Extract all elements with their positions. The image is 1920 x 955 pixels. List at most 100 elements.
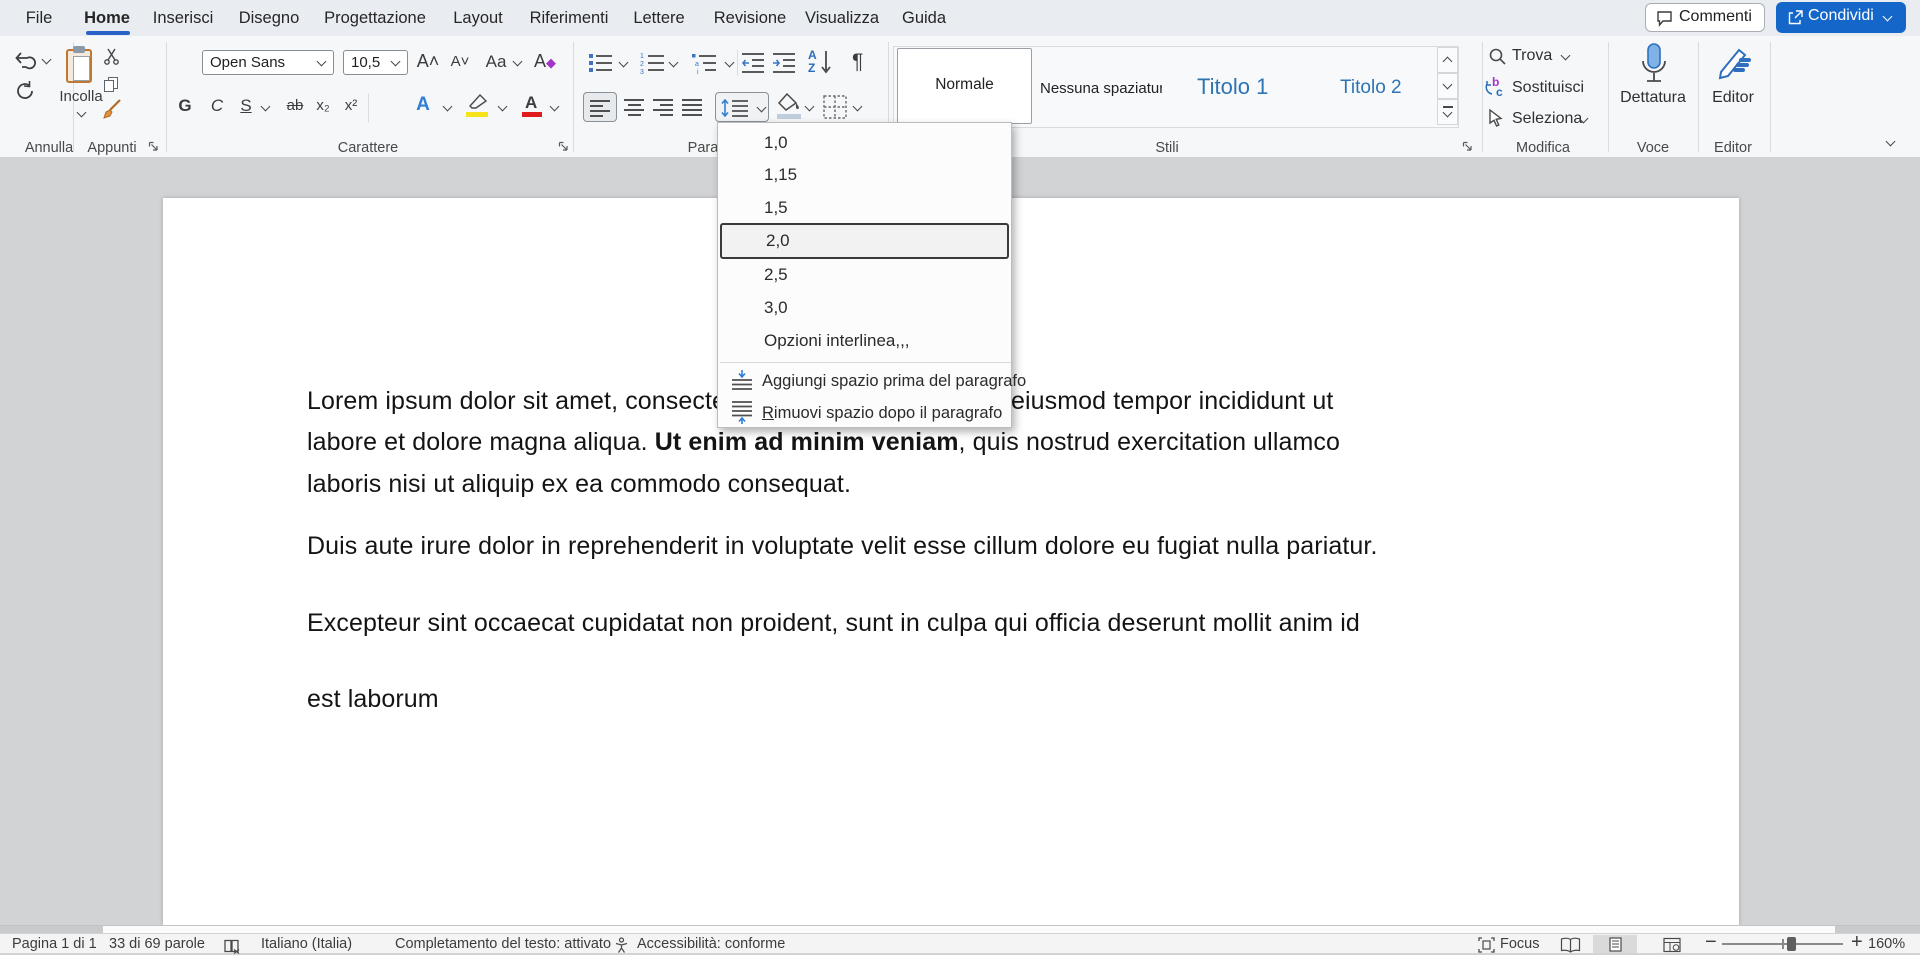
bullets-icon[interactable] [588, 52, 614, 74]
shading-chevron-icon[interactable] [805, 102, 815, 112]
borders-chevron-icon[interactable] [853, 102, 863, 112]
bold-button[interactable]: G [178, 96, 191, 116]
shading-icon[interactable] [777, 93, 803, 121]
redo-repeat-icon[interactable] [14, 80, 36, 102]
tab-guida[interactable]: Guida [902, 0, 946, 36]
style-no-spacing[interactable]: Nessuna spaziatura [1040, 80, 1162, 97]
tab-file[interactable]: File [26, 0, 53, 36]
font-dialog-launcher-icon[interactable] [558, 141, 569, 152]
menu-item-1-5[interactable]: 1,5 [720, 192, 1009, 224]
tab-visualizza[interactable]: Visualizza [805, 0, 879, 36]
editor-label[interactable]: Editor [1712, 89, 1754, 107]
replace-label[interactable]: Sostituisci [1512, 79, 1584, 97]
tab-lettere[interactable]: Lettere [633, 0, 684, 36]
paste-icon[interactable] [66, 46, 96, 84]
dictate-label[interactable]: Dettatura [1620, 89, 1686, 107]
decrease-indent-icon[interactable] [742, 52, 765, 74]
justify-icon[interactable] [682, 99, 703, 116]
read-mode-icon[interactable] [1560, 936, 1581, 954]
tab-inserisci[interactable]: Inserisci [153, 0, 214, 36]
zoom-in-button[interactable]: + [1851, 933, 1863, 951]
line-spacing-button[interactable] [715, 92, 769, 122]
find-label[interactable]: Trova [1512, 47, 1552, 65]
word-count[interactable]: 33 di 69 parole [109, 935, 205, 953]
format-painter-icon[interactable] [100, 98, 124, 122]
horizontal-scrollbar[interactable] [0, 925, 1920, 933]
subscript-button[interactable]: x₂ [316, 97, 329, 114]
pilcrow-icon[interactable]: ¶ [852, 50, 863, 74]
menu-item-1-0[interactable]: 1,0 [720, 127, 1009, 159]
strikethrough-button[interactable]: ab [287, 97, 304, 114]
shrink-font-button[interactable]: A˅ [451, 53, 470, 70]
replace-icon[interactable]: b c [1484, 78, 1506, 98]
styles-dialog-launcher-icon[interactable] [1462, 141, 1473, 152]
zoom-out-button[interactable]: − [1705, 933, 1717, 951]
paste-label[interactable]: Incolla [59, 88, 102, 105]
copy-icon[interactable] [104, 77, 119, 92]
focus-mode-button[interactable]: Focus [1500, 935, 1540, 953]
bullets-chevron-icon[interactable] [619, 58, 629, 68]
italic-button[interactable]: C [211, 96, 223, 116]
styles-scroll-down[interactable] [1437, 73, 1458, 99]
menu-item-1-15[interactable]: 1,15 [720, 159, 1009, 191]
numbering-icon[interactable]: 123 [640, 52, 666, 74]
increase-indent-icon[interactable] [773, 52, 796, 74]
align-center-icon[interactable] [624, 99, 645, 116]
tab-riferimenti[interactable]: Riferimenti [530, 0, 609, 36]
page-indicator[interactable]: Pagina 1 di 1 [12, 935, 97, 953]
collapse-ribbon-chevron-icon[interactable] [1886, 137, 1896, 147]
borders-icon[interactable] [823, 95, 848, 120]
clear-formatting-button[interactable]: A◆ [534, 51, 556, 72]
menu-item-add-space-before[interactable]: Aggiungi spazio prima del paragrafo [718, 365, 1011, 397]
align-right-icon[interactable] [653, 99, 674, 116]
tab-progettazione[interactable]: Progettazione [324, 0, 426, 36]
text-effects-chevron-icon[interactable] [443, 102, 453, 112]
style-heading2[interactable]: Titolo 2 [1340, 77, 1402, 99]
style-heading1[interactable]: Titolo 1 [1197, 74, 1268, 100]
menu-item-remove-space-after[interactable]: Rimuovi spazio dopo il paragrafo [718, 397, 1011, 429]
share-chevron-icon[interactable] [1883, 12, 1893, 22]
highlight-chevron-icon[interactable] [498, 102, 508, 112]
undo-chevron-icon[interactable] [42, 55, 52, 65]
line-spacing-chevron-icon[interactable] [757, 103, 767, 113]
web-layout-icon[interactable] [1663, 936, 1681, 954]
tab-layout[interactable]: Layout [453, 0, 503, 36]
change-case-chevron-icon[interactable] [513, 57, 523, 67]
tab-disegno[interactable]: Disegno [239, 0, 300, 36]
comments-button[interactable]: Commenti [1645, 3, 1765, 32]
tab-revisione[interactable]: Revisione [714, 0, 786, 36]
language-indicator[interactable]: Italiano (Italia) [261, 935, 352, 953]
multilevel-list-icon[interactable]: ai [692, 52, 718, 74]
align-left-button[interactable] [583, 92, 617, 122]
find-icon[interactable] [1488, 47, 1507, 66]
menu-item-3-0[interactable]: 3,0 [720, 292, 1009, 324]
clipboard-dialog-launcher-icon[interactable] [148, 141, 159, 152]
zoom-level[interactable]: 160% [1868, 935, 1905, 953]
grow-font-button[interactable]: A˄ [417, 51, 440, 72]
styles-scroll-up[interactable] [1437, 47, 1458, 73]
styles-more-button[interactable] [1437, 99, 1458, 125]
cut-icon[interactable] [103, 48, 120, 65]
underline-chevron-icon[interactable] [261, 102, 271, 112]
paste-chevron-icon[interactable] [77, 108, 87, 118]
accessibility-status[interactable]: Accessibilità: conforme [637, 935, 785, 953]
editor-pen-icon[interactable] [1715, 44, 1753, 82]
multilevel-chevron-icon[interactable] [725, 58, 735, 68]
style-normal[interactable]: Normale [897, 48, 1032, 124]
proofing-icon[interactable] [224, 937, 241, 955]
undo-icon[interactable] [13, 48, 37, 70]
font-size-combo[interactable]: 10,5 [343, 50, 408, 75]
find-chevron-icon[interactable] [1561, 51, 1571, 61]
dictate-microphone-icon[interactable] [1637, 43, 1671, 87]
print-layout-button-selected[interactable] [1593, 935, 1637, 953]
font-name-combo[interactable]: Open Sans [202, 50, 334, 75]
superscript-button[interactable]: x² [345, 97, 358, 114]
change-case-button[interactable]: Aa [486, 52, 507, 72]
font-color-button[interactable]: A [522, 93, 542, 119]
share-button[interactable]: Condividi [1776, 2, 1906, 33]
numbering-chevron-icon[interactable] [669, 58, 679, 68]
menu-item-2-0-selected[interactable]: 2,0 [720, 223, 1009, 259]
menu-item-2-5[interactable]: 2,5 [720, 259, 1009, 291]
underline-button[interactable]: S [240, 96, 251, 116]
select-label[interactable]: Seleziona [1512, 110, 1582, 128]
